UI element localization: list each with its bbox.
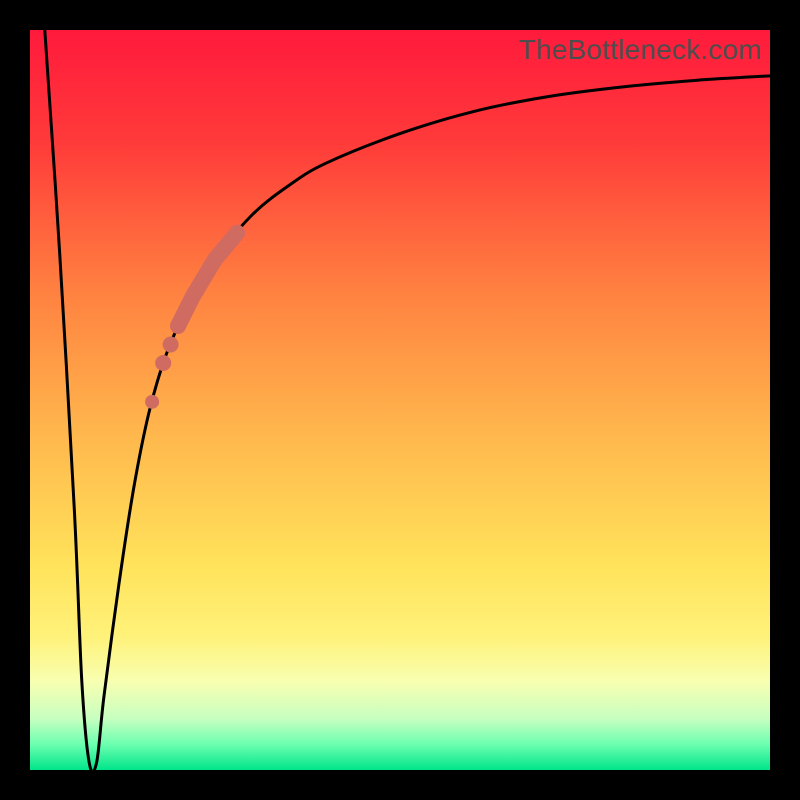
highlight-dot <box>145 395 159 409</box>
plot-area: TheBottleneck.com <box>30 30 770 770</box>
highlight-dot <box>163 337 179 353</box>
highlight-dot <box>155 355 171 371</box>
watermark-text: TheBottleneck.com <box>519 34 762 66</box>
highlight-layer <box>30 30 770 770</box>
chart-frame: TheBottleneck.com <box>0 0 800 800</box>
